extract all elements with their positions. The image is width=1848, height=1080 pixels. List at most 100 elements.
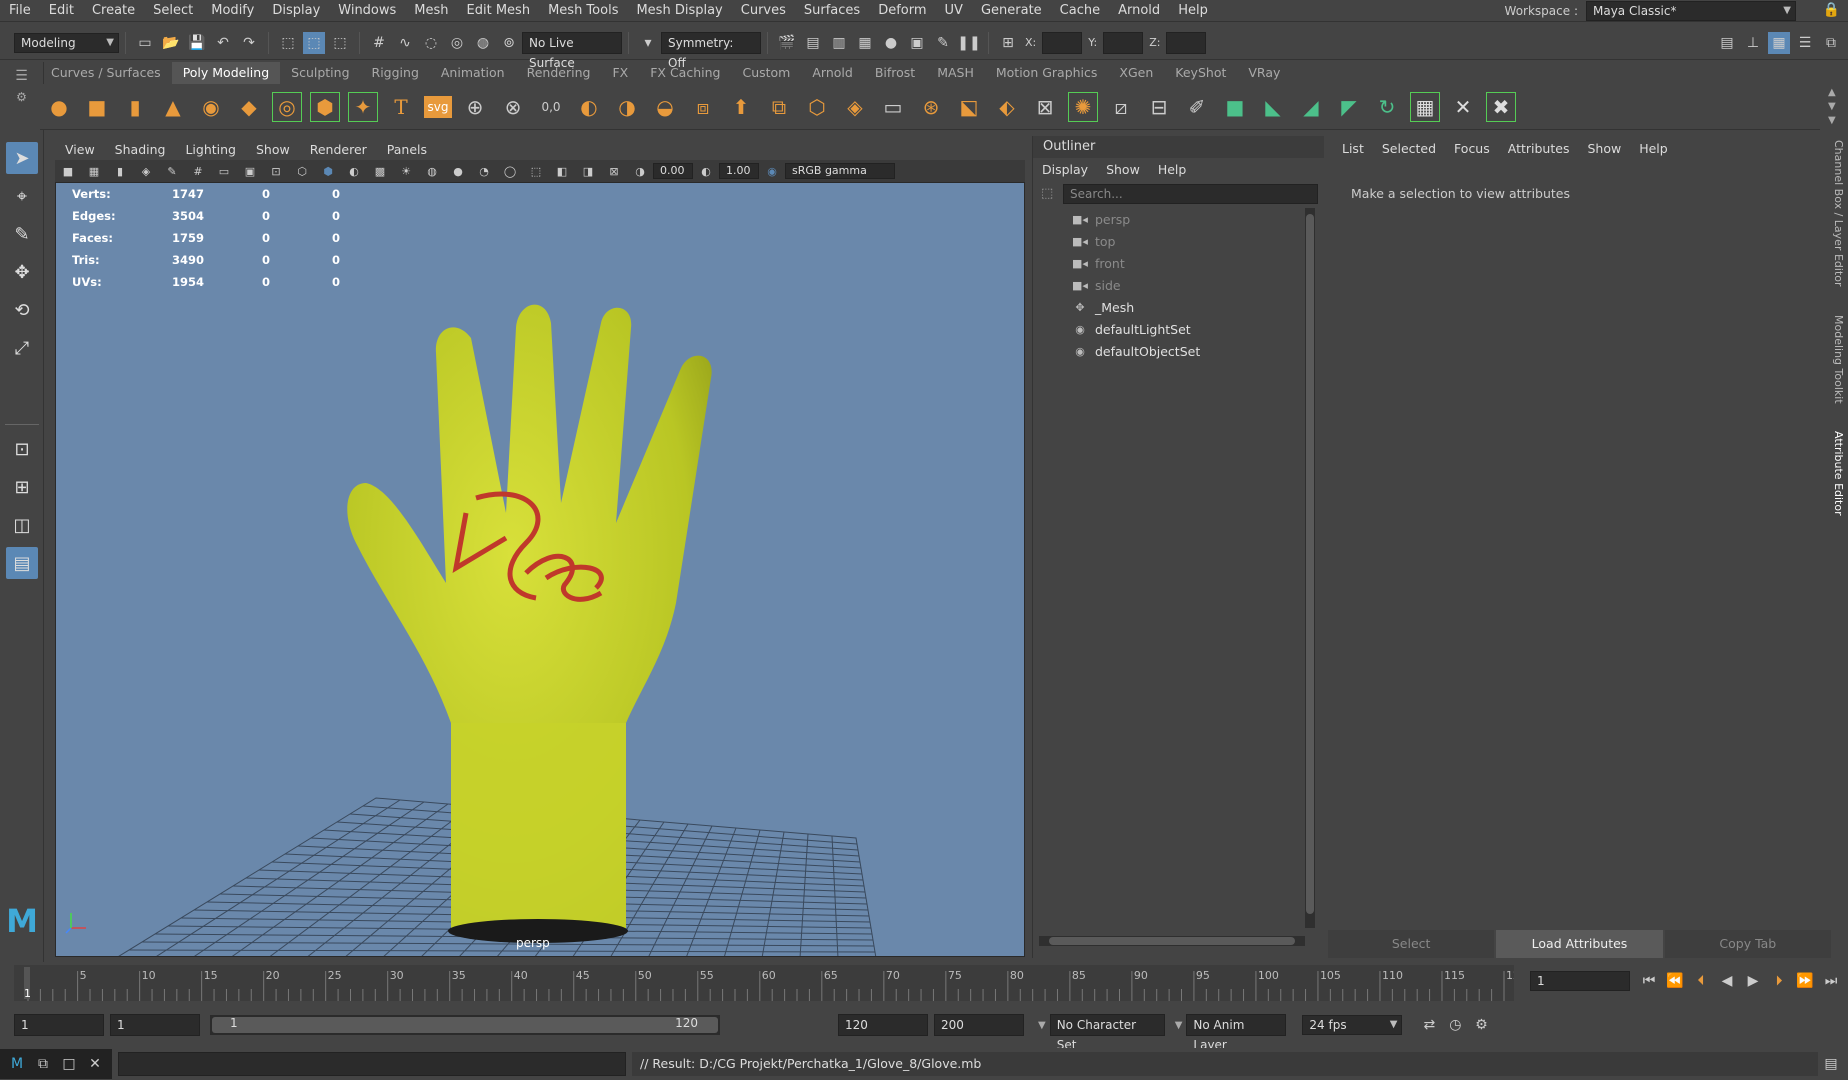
select-tool-icon[interactable]: ➤	[6, 142, 38, 174]
automatic-map-icon[interactable]: ✐	[1182, 92, 1212, 122]
two-d-pan-icon[interactable]: ✎	[161, 160, 183, 182]
script-editor-icon[interactable]: ▤	[1820, 1053, 1842, 1075]
viewport-menu-panels[interactable]: Panels	[377, 140, 437, 160]
menu-modify[interactable]: Modify	[202, 0, 263, 22]
resolution-gate-icon[interactable]: ▣	[239, 160, 261, 182]
four-pane-layout-icon[interactable]: ⊞	[6, 471, 38, 503]
workspace-dropdown[interactable]: Maya Classic* ▼	[1586, 1, 1796, 21]
shelf-tab-bifrost[interactable]: Bifrost	[864, 62, 926, 84]
ae-menu-help[interactable]: Help	[1630, 141, 1677, 156]
menu-create[interactable]: Create	[83, 0, 144, 22]
loop-icon[interactable]: ⇄	[1418, 1014, 1440, 1036]
viewport-menu-view[interactable]: View	[55, 140, 105, 160]
lock-icon[interactable]: 🔒	[1823, 2, 1840, 18]
anim-prefs-icon[interactable]: ⚙	[1470, 1014, 1492, 1036]
symmetry-field[interactable]: Symmetry: Off	[661, 31, 761, 70]
poly-cube-icon[interactable]: ■	[82, 92, 112, 122]
ae-menu-attributes[interactable]: Attributes	[1499, 141, 1579, 156]
hypershade-icon[interactable]: ●	[880, 32, 902, 54]
side-tab-modeling-toolkit[interactable]: Modeling Toolkit	[1832, 315, 1845, 404]
shelf-tab-rendering[interactable]: Rendering	[516, 62, 602, 84]
green-twist-icon[interactable]: ◤	[1334, 92, 1364, 122]
paint-select-icon[interactable]: ✎	[6, 218, 38, 250]
arnold-ipr-icon[interactable]: ✎	[932, 32, 954, 54]
anim-layer-field[interactable]: No Anim Layer	[1186, 1014, 1287, 1052]
render-frame-icon[interactable]: ▤	[802, 32, 824, 54]
mirror-icon[interactable]: ⧈	[688, 92, 718, 122]
poly-disc-icon[interactable]: ◎	[272, 91, 302, 122]
snap-view-icon[interactable]: ◎	[446, 32, 468, 54]
mel-input[interactable]	[118, 1052, 626, 1076]
menu-edit[interactable]: Edit	[40, 0, 83, 22]
poly-type-icon[interactable]: T	[386, 92, 416, 122]
platonic-solid-icon[interactable]: ⬢	[310, 91, 340, 122]
outliner-search-input[interactable]: Search...	[1063, 184, 1318, 204]
menu-curves[interactable]: Curves	[732, 0, 795, 22]
bookmark-icon[interactable]: ▮	[109, 160, 131, 182]
menu-select[interactable]: Select	[144, 0, 202, 22]
viewport-3d[interactable]: Verts: 1747 0 0 Edges: 3504 0 0 Faces: 1759 0 0 T…	[55, 182, 1025, 957]
render-view-icon[interactable]: 🎬	[776, 32, 798, 54]
delete-history-icon[interactable]: ✖	[1486, 91, 1516, 122]
xray-components-icon[interactable]: ⊠	[603, 160, 625, 182]
maximize-window-icon[interactable]: □	[58, 1053, 80, 1075]
go-to-start-icon[interactable]: ⏮	[1638, 970, 1660, 992]
live-surface-field[interactable]: No Live Surface	[522, 31, 622, 70]
play-forward-icon[interactable]: ▶	[1742, 970, 1764, 992]
shelf-tab-sculpting[interactable]: Sculpting	[280, 62, 360, 84]
green-cube-icon[interactable]: ■	[1220, 92, 1250, 122]
tool-settings-icon[interactable]: ☰	[1794, 32, 1816, 54]
step-forward-frame-icon[interactable]: ⏵	[1768, 970, 1790, 992]
side-tab-attribute-editor[interactable]: Attribute Editor	[1832, 431, 1845, 516]
outliner-menu-display[interactable]: Display	[1033, 162, 1097, 177]
step-back-key-icon[interactable]: ⏪	[1664, 970, 1686, 992]
menu-edit-mesh[interactable]: Edit Mesh	[458, 0, 540, 22]
chevron-down-icon[interactable]: ▾	[637, 32, 659, 54]
green-bend-icon[interactable]: ◣	[1258, 92, 1288, 122]
sidebar-toggle-icon[interactable]: ▤	[1716, 32, 1738, 54]
render-settings-icon[interactable]: ▦	[854, 32, 876, 54]
side-tab-channel-box[interactable]: Channel Box / Layer Editor	[1832, 140, 1845, 287]
menu-uv[interactable]: UV	[936, 0, 972, 22]
ae-menu-selected[interactable]: Selected	[1373, 141, 1445, 156]
green-wave-icon[interactable]: ◢	[1296, 92, 1326, 122]
multi-cut-icon[interactable]: ▭	[878, 92, 908, 122]
separate-icon[interactable]: ⊗	[498, 92, 528, 122]
poly-sphere-icon[interactable]: ●	[44, 92, 74, 122]
shelf-tab-custom[interactable]: Custom	[731, 62, 801, 84]
view-transform-field[interactable]: sRGB gamma	[785, 163, 895, 179]
z-input[interactable]	[1166, 31, 1207, 54]
grid-toggle-icon[interactable]: #	[187, 160, 209, 182]
filter-icon[interactable]: ⬚	[1041, 186, 1053, 201]
ambient-occlusion-icon[interactable]: ●	[447, 160, 469, 182]
menu-mesh[interactable]: Mesh	[405, 0, 457, 22]
move-tool-icon[interactable]: ✥	[6, 256, 38, 288]
outliner-item-default-light-set[interactable]: ◉ defaultLightSet	[1033, 318, 1324, 340]
viewport-menu-show[interactable]: Show	[246, 140, 300, 160]
lattice-icon[interactable]: ▦	[1410, 91, 1440, 122]
outliner-item-mesh[interactable]: ✥ _Mesh	[1033, 296, 1324, 318]
smooth-icon[interactable]: 0,0	[536, 92, 566, 122]
transform-input-icon[interactable]: ⊞	[997, 32, 1019, 54]
xray-joints-icon[interactable]: ◨	[577, 160, 599, 182]
go-to-end-icon[interactable]: ⏭	[1820, 970, 1842, 992]
settings-icon[interactable]: ⚙	[0, 90, 43, 118]
animation-start-field[interactable]: 1	[14, 1014, 104, 1036]
quad-draw-icon[interactable]: ⊠	[1030, 92, 1060, 122]
menu-help[interactable]: Help	[1169, 0, 1217, 22]
ae-menu-show[interactable]: Show	[1578, 141, 1630, 156]
viewport-menu-lighting[interactable]: Lighting	[175, 140, 246, 160]
poly-cone-icon[interactable]: ▲	[158, 92, 188, 122]
restore-window-icon[interactable]: ⧉	[32, 1053, 54, 1075]
menu-mesh-tools[interactable]: Mesh Tools	[539, 0, 627, 22]
shelf-tab-motion-graphics[interactable]: Motion Graphics	[985, 62, 1109, 84]
snap-live-icon[interactable]: ⊚	[498, 32, 520, 54]
poly-plane-icon[interactable]: ◆	[234, 92, 264, 122]
shelf-tab-fx[interactable]: FX	[601, 62, 639, 84]
ae-menu-list[interactable]: List	[1333, 141, 1373, 156]
menu-toggle-icon[interactable]: ☰	[0, 62, 43, 90]
close-icon[interactable]: ✕	[84, 1053, 106, 1075]
channel-box-icon[interactable]: ⧉	[1820, 32, 1842, 54]
current-frame-field[interactable]: 1	[1530, 971, 1630, 991]
menu-display[interactable]: Display	[263, 0, 329, 22]
